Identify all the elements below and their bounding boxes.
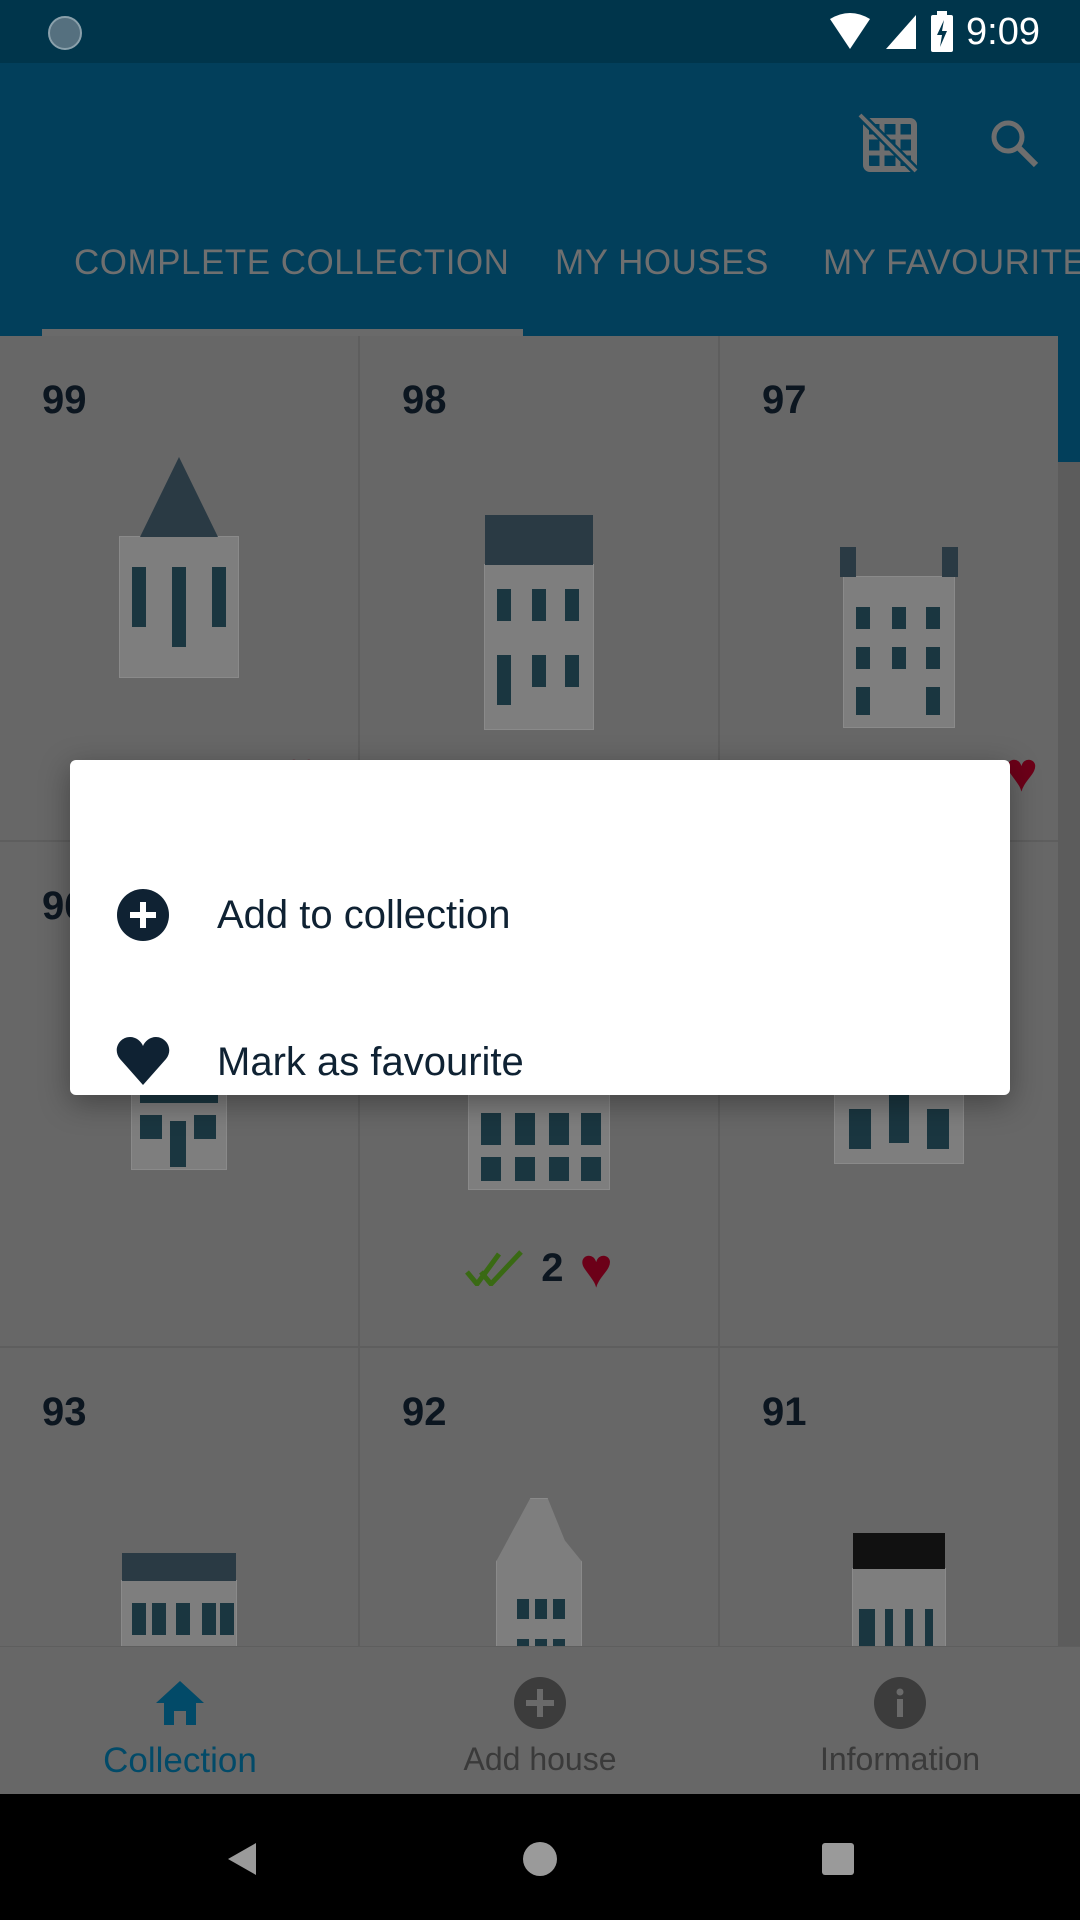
recents-icon: [822, 1843, 854, 1875]
house-number: 93: [42, 1390, 87, 1434]
back-button[interactable]: [212, 1834, 272, 1884]
heart-icon: [116, 1035, 170, 1089]
tab-bar: COMPLETE COLLECTION MY HOUSES MY FAVOURI…: [0, 201, 1080, 336]
house-cell[interactable]: 92: [360, 1348, 720, 1646]
house-number: 91: [762, 1390, 807, 1434]
add-circle-icon: [116, 888, 170, 942]
tab-my-houses[interactable]: MY HOUSES: [555, 243, 769, 283]
status-icons: 9:09: [828, 10, 1040, 54]
house-badges: 2 ♥: [360, 1240, 718, 1296]
home-button[interactable]: [510, 1834, 570, 1884]
house-image: [852, 1533, 946, 1646]
system-navigation-bar: [0, 1794, 1080, 1920]
house-action-dialog: Add to collection Mark as favourite: [70, 760, 1010, 1095]
signal-icon: [886, 15, 917, 49]
bottom-navigation: Collection Add house Information: [0, 1646, 1080, 1795]
nav-collection[interactable]: Collection: [0, 1647, 360, 1795]
tab-my-favourites[interactable]: MY FAVOURITES: [823, 243, 1080, 283]
nav-add-house[interactable]: Add house: [360, 1647, 720, 1795]
nav-label: Information: [819, 1741, 981, 1777]
house-image: [484, 515, 594, 730]
nav-label: Add house: [463, 1741, 617, 1777]
info-icon: [874, 1677, 926, 1729]
house-number: 92: [402, 1390, 447, 1434]
mark-as-favourite-option[interactable]: Mark as favourite: [70, 1002, 1010, 1122]
scrollbar-thumb[interactable]: [1058, 336, 1080, 462]
battery-charging-icon: [931, 11, 954, 52]
search-icon: [991, 120, 1039, 168]
scrollbar[interactable]: [1058, 336, 1080, 1646]
house-number: 98: [402, 378, 447, 422]
nav-information[interactable]: Information: [720, 1647, 1080, 1795]
house-image: [840, 547, 958, 728]
add-to-collection-option[interactable]: Add to collection: [70, 855, 1010, 975]
house-number: 99: [42, 378, 87, 422]
house-image: [496, 1498, 582, 1646]
back-icon: [228, 1843, 256, 1875]
search-button[interactable]: [974, 103, 1054, 183]
nav-label: Collection: [103, 1741, 257, 1780]
house-cell[interactable]: 93: [0, 1348, 360, 1646]
tab-indicator: [42, 329, 523, 336]
toggle-grid-button[interactable]: [848, 103, 928, 183]
home-icon: [154, 1677, 206, 1729]
favourite-heart-icon: ♥: [579, 1236, 613, 1299]
add-circle-icon: [514, 1677, 566, 1729]
app-bar: COMPLETE COLLECTION MY HOUSES MY FAVOURI…: [0, 63, 1080, 336]
clock-icon: [48, 16, 82, 50]
owned-count: 2: [541, 1245, 564, 1290]
status-time: 9:09: [966, 10, 1040, 53]
home-circle-icon: [523, 1842, 557, 1876]
owned-double-check-icon: [465, 1250, 524, 1286]
house-number: 97: [762, 378, 807, 422]
house-image: [121, 1553, 237, 1646]
status-bar: 9:09: [0, 0, 1080, 63]
grid-off-icon: [858, 113, 918, 173]
tab-complete-collection[interactable]: COMPLETE COLLECTION: [74, 243, 509, 283]
wifi-icon: [830, 13, 871, 49]
house-cell[interactable]: 91: [720, 1348, 1058, 1646]
option-label: Mark as favourite: [217, 1039, 524, 1084]
option-label: Add to collection: [217, 892, 511, 937]
recents-button[interactable]: [808, 1834, 868, 1884]
house-image: [119, 457, 239, 678]
